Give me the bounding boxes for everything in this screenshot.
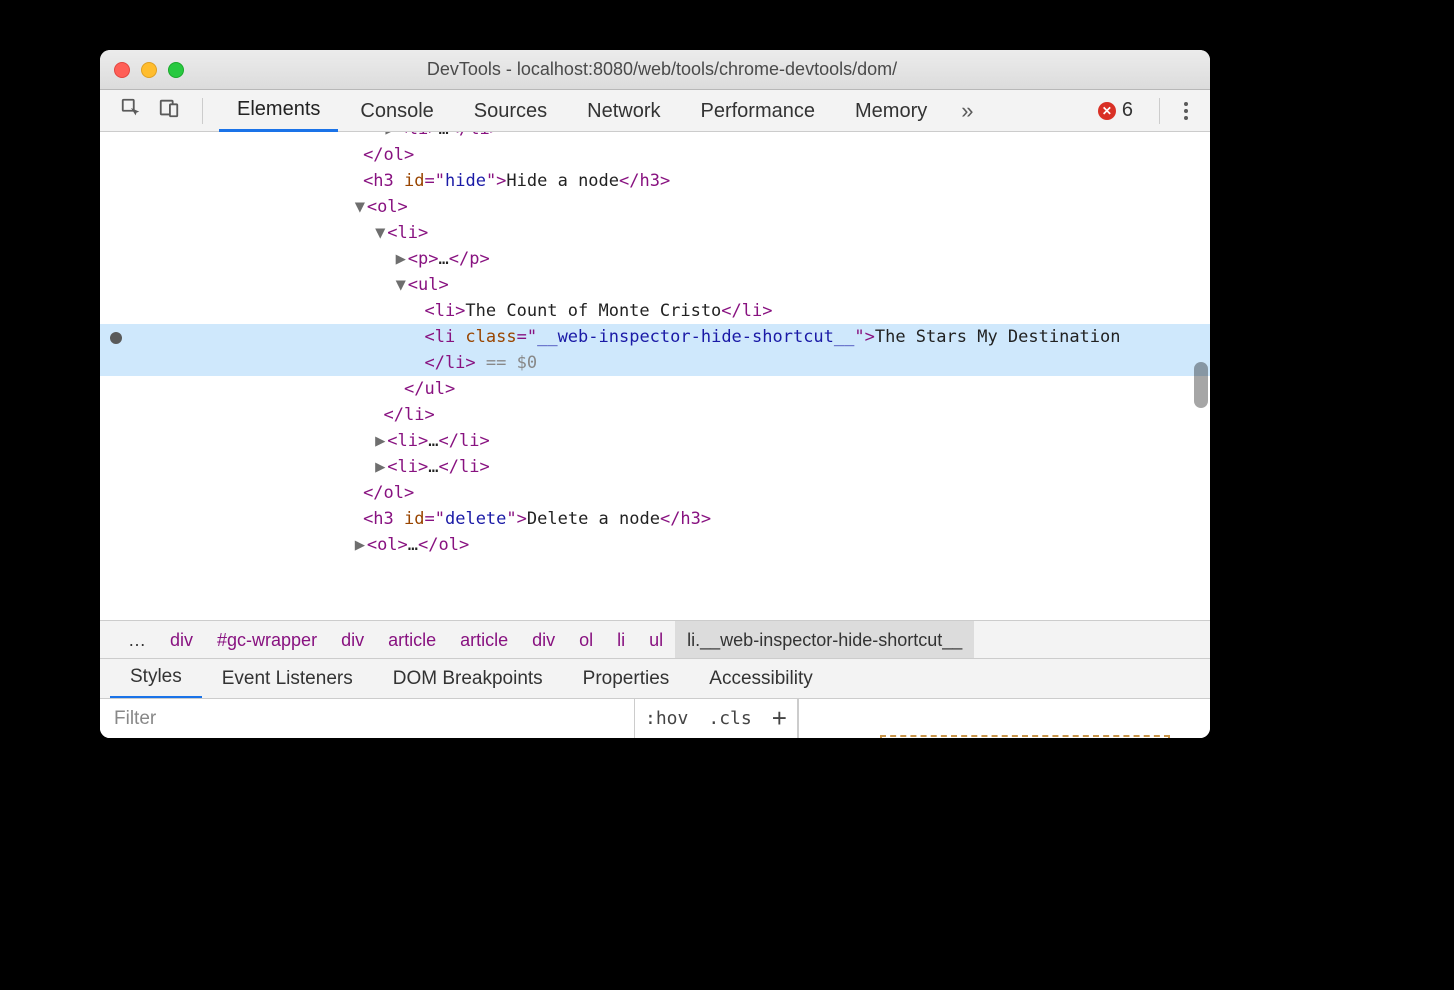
tab-elements[interactable]: Elements [219,89,338,132]
subtab-accessibility[interactable]: Accessibility [689,660,832,698]
dom-tree-pane[interactable]: ▶<li>…</li> </ol> <h3 id="hide">Hide a n… [100,132,1210,620]
breadcrumb-item[interactable]: ol [567,621,605,659]
breadcrumb-item-selected[interactable]: li.__web-inspector-hide-shortcut__ [675,621,974,659]
dom-breadcrumb: … div #gc-wrapper div article article di… [100,620,1210,658]
window-title: DevTools - localhost:8080/web/tools/chro… [184,59,1140,80]
breadcrumb-item[interactable]: div [329,621,376,659]
tab-network[interactable]: Network [569,91,678,131]
dom-node[interactable]: ▶<li>…</li> [100,132,1210,142]
breadcrumb-more[interactable]: … [116,621,158,659]
cls-toggle[interactable]: .cls [698,699,761,738]
inspect-element-icon[interactable] [114,95,148,126]
dom-node[interactable]: </ul> [100,376,1210,402]
more-tabs-icon[interactable]: » [949,98,985,124]
tab-console-label: Console [360,100,433,122]
dom-node[interactable]: <h3 id="delete">Delete a node</h3> [100,506,1210,532]
tab-performance-label: Performance [701,100,816,122]
dom-node[interactable]: ▼<ul> [100,272,1210,298]
breadcrumb-item[interactable]: li [605,621,637,659]
scrollbar[interactable] [1194,132,1208,620]
computed-preview-area [798,699,1210,738]
breadcrumb-item[interactable]: article [376,621,448,659]
dom-node[interactable]: ▼<ol> [100,194,1210,220]
scrollbar-thumb[interactable] [1194,362,1208,408]
new-style-rule-button[interactable]: + [762,699,797,738]
dom-node[interactable]: ▶<p>…</p> [100,246,1210,272]
subtab-dom-breakpoints[interactable]: DOM Breakpoints [373,660,563,698]
dom-node[interactable]: ▶<li>…</li> [100,428,1210,454]
dom-node[interactable]: <li>The Count of Monte Cristo</li> [100,298,1210,324]
traffic-lights [114,62,184,78]
breakpoint-dot-icon[interactable] [110,332,122,344]
breadcrumb-item[interactable]: #gc-wrapper [205,621,329,659]
dom-node[interactable]: </li> [100,402,1210,428]
box-model-margin-icon [880,735,1170,738]
dom-node[interactable]: ▼<li> [100,220,1210,246]
dom-node-selected[interactable]: <li class="__web-inspector-hide-shortcut… [100,324,1210,376]
minimize-window-button[interactable] [141,62,157,78]
hov-toggle[interactable]: :hov [635,699,698,738]
settings-menu-icon[interactable] [1176,102,1196,120]
styles-toolbar: :hov .cls + [100,698,1210,738]
tab-memory-label: Memory [855,100,927,122]
dom-node[interactable]: </ol> [100,142,1210,168]
tab-elements-label: Elements [237,98,320,120]
breadcrumb-item[interactable]: div [158,621,205,659]
dom-node[interactable]: ▶<ol>…</ol> [100,532,1210,558]
dom-node[interactable]: <h3 id="hide">Hide a node</h3> [100,168,1210,194]
tab-performance[interactable]: Performance [683,91,834,131]
dom-node[interactable]: ▶<li>…</li> [100,454,1210,480]
styles-subpanel-tabs: Styles Event Listeners DOM Breakpoints P… [100,658,1210,698]
toggle-device-icon[interactable] [152,95,186,126]
close-window-button[interactable] [114,62,130,78]
toolbar-divider [202,98,203,124]
tab-memory[interactable]: Memory [837,91,945,131]
subtab-styles[interactable]: Styles [110,658,202,699]
titlebar: DevTools - localhost:8080/web/tools/chro… [100,50,1210,90]
tab-sources-label: Sources [474,100,547,122]
subtab-event-listeners[interactable]: Event Listeners [202,660,373,698]
error-badge-icon [1098,102,1116,120]
tab-network-label: Network [587,100,660,122]
subtab-properties[interactable]: Properties [563,660,690,698]
error-count[interactable]: 6 [1088,99,1143,122]
tab-console[interactable]: Console [342,91,451,131]
dom-node[interactable]: </ol> [100,480,1210,506]
error-count-label: 6 [1122,99,1133,122]
main-toolbar: Elements Console Sources Network Perform… [100,90,1210,132]
toolbar-divider [1159,98,1160,124]
breadcrumb-item[interactable]: div [520,621,567,659]
styles-filter-input[interactable] [100,699,635,738]
devtools-window: DevTools - localhost:8080/web/tools/chro… [100,50,1210,738]
zoom-window-button[interactable] [168,62,184,78]
tab-sources[interactable]: Sources [456,91,565,131]
breadcrumb-item[interactable]: ul [637,621,675,659]
breadcrumb-item[interactable]: article [448,621,520,659]
